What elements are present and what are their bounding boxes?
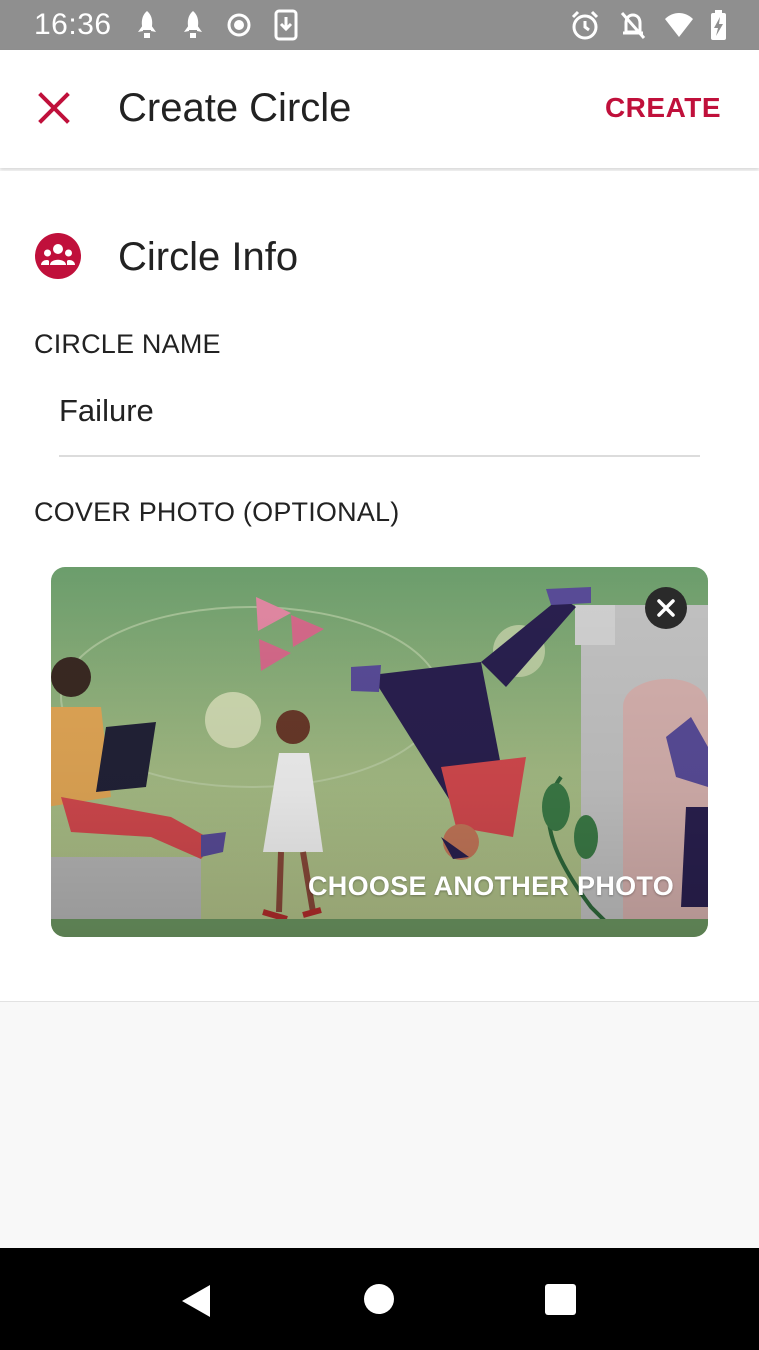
- navigation-bar: [0, 1248, 759, 1350]
- wifi-icon: [665, 13, 693, 37]
- home-icon[interactable]: [363, 1283, 395, 1315]
- close-icon: [38, 92, 70, 124]
- create-button[interactable]: CREATE: [605, 92, 721, 124]
- notifications-off-icon: [620, 12, 646, 39]
- close-icon: [657, 599, 675, 617]
- cover-photo-label: COVER PHOTO (OPTIONAL): [34, 497, 400, 527]
- circle-info-card: Circle Info CIRCLE NAME Failure COVER PH…: [0, 171, 759, 1002]
- rocket-icon: [184, 11, 202, 38]
- close-button[interactable]: [26, 80, 82, 136]
- status-bar: 16:36: [0, 0, 759, 50]
- rocket-icon: [138, 11, 156, 38]
- back-icon[interactable]: [178, 1283, 214, 1319]
- alarm-icon: [571, 10, 599, 40]
- page-title: Create Circle: [118, 86, 352, 130]
- record-icon: [227, 13, 251, 37]
- choose-another-photo-button[interactable]: CHOOSE ANOTHER PHOTO: [308, 871, 674, 902]
- circle-name-label: CIRCLE NAME: [34, 329, 221, 359]
- cover-photo[interactable]: CHOOSE ANOTHER PHOTO: [51, 567, 708, 937]
- status-time: 16:36: [34, 8, 112, 41]
- section-title: Circle Info: [118, 235, 299, 279]
- recents-icon[interactable]: [544, 1283, 577, 1316]
- circle-name-input[interactable]: Failure: [59, 381, 700, 457]
- remove-photo-button[interactable]: [645, 587, 687, 629]
- app-bar: Create Circle CREATE: [0, 50, 759, 168]
- download-icon: [274, 9, 298, 41]
- group-icon: [35, 233, 81, 279]
- battery-icon: [711, 10, 726, 40]
